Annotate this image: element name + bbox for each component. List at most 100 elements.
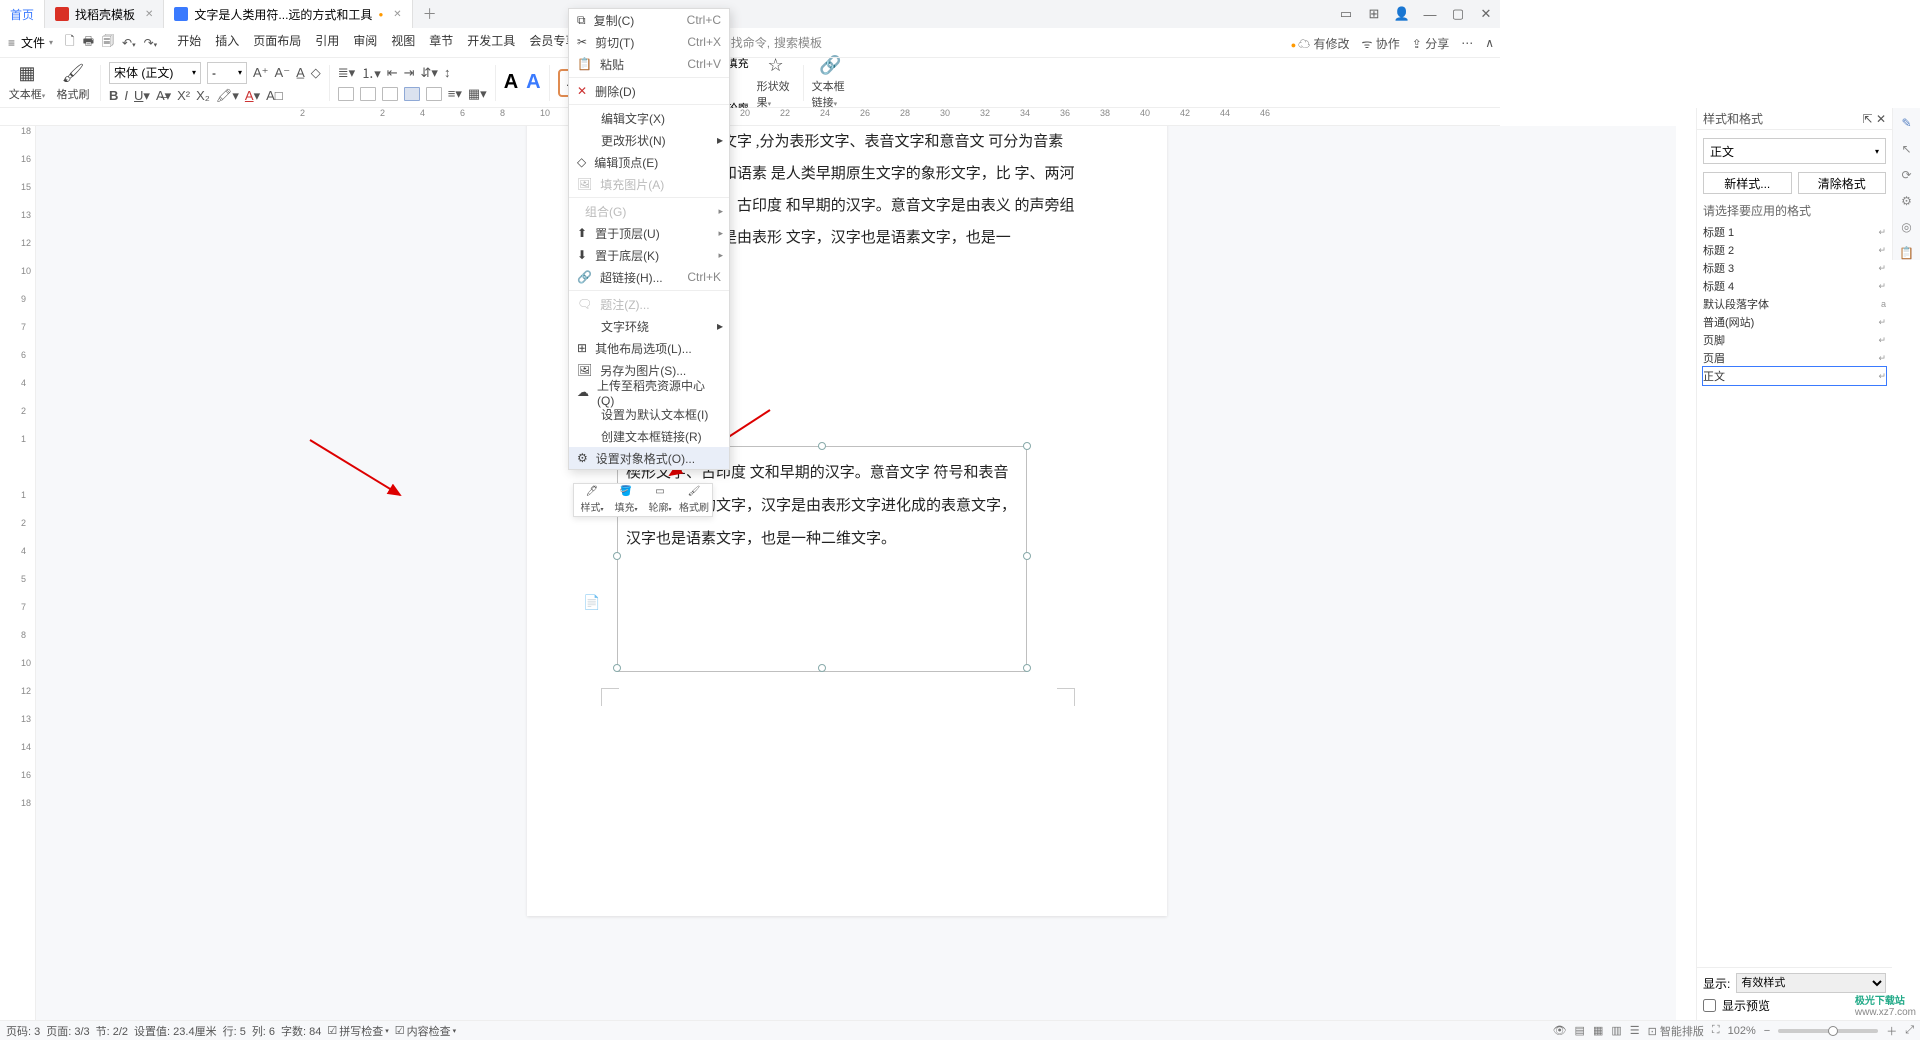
fit-icon[interactable]: ⛶ (1712, 1024, 1720, 1037)
handle-br[interactable] (1023, 664, 1031, 672)
status-page[interactable]: 页码: 3 (6, 1023, 40, 1039)
zoom-slider[interactable] (1778, 1029, 1878, 1033)
strike[interactable]: A̶▾ (156, 88, 171, 104)
menu-layout[interactable]: 页面布局 (253, 32, 301, 53)
line-space[interactable]: ≡▾ (448, 86, 462, 102)
handle-tr[interactable] (1023, 442, 1031, 450)
style-item[interactable]: 普通(网站)↵ (1703, 313, 1886, 331)
eye-icon[interactable]: 👁 (1553, 1024, 1567, 1037)
status-section[interactable]: 节: 2/2 (96, 1023, 128, 1039)
status-setval[interactable]: 设置值: 23.4厘米 (134, 1023, 217, 1039)
clear-format-btn[interactable]: 清除格式 (1798, 172, 1887, 194)
preview-check[interactable] (1703, 999, 1716, 1012)
layout-icon[interactable]: ▭ (1336, 6, 1356, 22)
align-left[interactable] (338, 87, 354, 101)
new-style-btn[interactable]: 新样式... (1703, 172, 1792, 194)
mini-fill[interactable]: 🪣填充▾ (610, 486, 642, 514)
shrink-font[interactable]: A⁻ (275, 65, 291, 81)
menu-icon[interactable]: ≡ (8, 36, 15, 50)
ctx-bottom[interactable]: ⬇置于底层(K)▸ (569, 244, 729, 266)
ctx-delete[interactable]: ✕删除(D) (569, 80, 729, 102)
content-check[interactable]: ☑内容检查▾ (395, 1023, 456, 1039)
ctx-upload[interactable]: ☁上传至稻壳资源中心(Q) (569, 381, 729, 403)
style-item[interactable]: 标题 1↵ (1703, 223, 1886, 241)
ctx-edit-vertex[interactable]: ◇编辑顶点(E) (569, 151, 729, 173)
style-item[interactable]: 页眉↵ (1703, 349, 1886, 367)
view-outline-icon[interactable]: ☰ (1630, 1024, 1640, 1037)
grow-font[interactable]: A⁺ (253, 65, 269, 81)
align-right[interactable] (382, 87, 398, 101)
ctx-edit-text[interactable]: 编辑文字(X) (569, 107, 729, 129)
style-item-selected[interactable]: 正文↵ (1703, 367, 1886, 385)
save-icon[interactable]: 🗋 (65, 32, 75, 53)
highlight[interactable]: 🖍▾ (216, 88, 239, 104)
ctx-more-layout[interactable]: ⊞其他布局选项(L)... (569, 337, 729, 359)
maximize-icon[interactable]: ▢ (1448, 6, 1468, 22)
avatar-icon[interactable]: 👤 (1392, 6, 1412, 22)
text-black-a[interactable]: A (504, 71, 518, 94)
ctx-cut[interactable]: ✂剪切(T)Ctrl+X (569, 31, 729, 53)
clipboard-icon[interactable]: 📋 (1899, 246, 1914, 260)
ctx-create-link[interactable]: 创建文本框链接(R) (569, 425, 729, 447)
tab-document[interactable]: 文字是人类用符...远的方式和工具●✕ (164, 0, 412, 28)
numbering[interactable]: ⒈▾ (361, 63, 381, 82)
textbox-link[interactable]: 🔗文本框链接▾ (812, 55, 850, 110)
textbox-btn[interactable]: ▦文本框▾ (8, 63, 46, 102)
add-tab[interactable]: ＋ (413, 4, 447, 24)
handle-tc[interactable] (818, 442, 826, 450)
ctx-hyperlink[interactable]: 🔗超链接(H)...Ctrl+K (569, 266, 729, 288)
expand-icon[interactable]: ⤢ (1905, 1024, 1914, 1037)
ctx-wrap[interactable]: 文字环绕▸ (569, 315, 729, 337)
more-icon[interactable]: ⋯ (1461, 36, 1473, 50)
format-brush-btn[interactable]: 🖌格式刷 (54, 63, 92, 102)
handle-mr[interactable] (1023, 552, 1031, 560)
font-color[interactable]: A▾ (245, 88, 260, 104)
cursor-icon[interactable]: ↖ (1901, 142, 1911, 156)
ctx-format[interactable]: ⚙设置对象格式(O)... (569, 447, 729, 469)
current-style-select[interactable]: 正文▾ (1703, 138, 1886, 164)
status-char[interactable]: 字数: 84 (281, 1023, 321, 1039)
style-item[interactable]: 标题 4↵ (1703, 277, 1886, 295)
underline[interactable]: U▾ (134, 88, 150, 104)
view-web-icon[interactable]: ▥ (1611, 1024, 1621, 1037)
spell-check[interactable]: ☑拼写检查▾ (327, 1023, 388, 1039)
mini-fmt[interactable]: 🖌格式刷 (678, 486, 710, 514)
style-item[interactable]: 默认段落字体a (1703, 295, 1886, 313)
handle-bl[interactable] (613, 664, 621, 672)
search-tpl[interactable]: 搜索模板 (774, 34, 822, 51)
zoom-in[interactable]: ＋ (1886, 1023, 1897, 1039)
align-center[interactable] (360, 87, 376, 101)
sort[interactable]: ↕ (444, 65, 451, 80)
close-icon[interactable]: ✕ (393, 9, 401, 20)
tab-home[interactable]: 首页 (0, 0, 45, 28)
has-modify[interactable]: ●☁ 有修改 (1291, 35, 1350, 52)
menu-view[interactable]: 视图 (391, 32, 415, 53)
menu-chapter[interactable]: 章节 (429, 32, 453, 53)
style-item[interactable]: 标题 2↵ (1703, 241, 1886, 259)
status-row[interactable]: 行: 5 (223, 1023, 246, 1039)
indent-dec[interactable]: ⇤ (387, 65, 398, 81)
bold[interactable]: B (109, 88, 118, 103)
text-blue-a[interactable]: A (526, 71, 540, 94)
refresh-icon[interactable]: ⟳ (1901, 168, 1911, 182)
zoom-value[interactable]: 102% (1728, 1025, 1756, 1037)
menu-start[interactable]: 开始 (177, 32, 201, 53)
font-select[interactable]: 宋体 (正文)▾ (109, 62, 201, 84)
align-dist[interactable] (426, 87, 442, 101)
smart-layout[interactable]: ⊡ 智能排版 (1648, 1023, 1704, 1039)
minimize-icon[interactable]: — (1420, 7, 1440, 22)
style-item[interactable]: 标题 3↵ (1703, 259, 1886, 277)
status-pageof[interactable]: 页面: 3/3 (46, 1023, 89, 1039)
size-select[interactable]: -▾ (207, 62, 247, 84)
location-icon[interactable]: ◎ (1901, 220, 1911, 234)
mini-style[interactable]: 🖊样式▾ (576, 486, 608, 514)
grid-icon[interactable]: ⊞ (1364, 6, 1384, 22)
handle-ml[interactable] (613, 552, 621, 560)
close-panel-icon[interactable]: ✕ (1876, 112, 1886, 126)
italic[interactable]: I (124, 88, 128, 103)
textbox-selected[interactable]: 楔形文字、古印度 文和早期的汉字。意音文字 符号和表音的声旁组成的文字，汉字是由… (617, 446, 1027, 672)
subscript[interactable]: X₂ (196, 88, 210, 103)
view-read-icon[interactable]: ▦ (1593, 1024, 1603, 1037)
shading[interactable]: ▦▾ (468, 86, 487, 102)
menu-ref[interactable]: 引用 (315, 32, 339, 53)
